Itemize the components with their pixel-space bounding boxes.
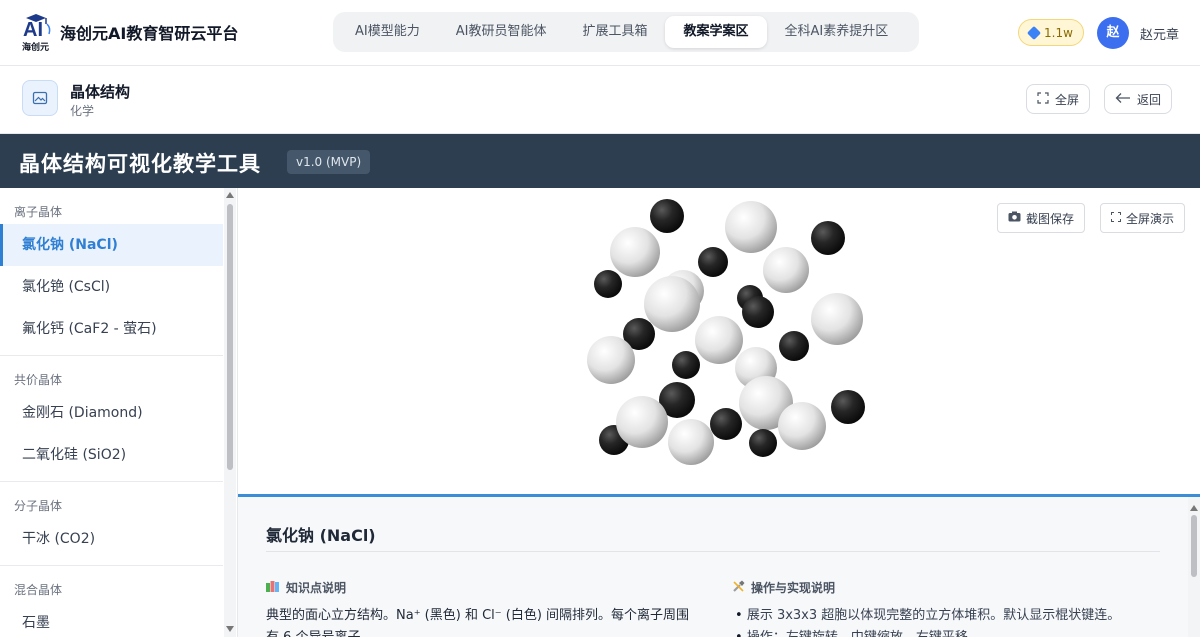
tab-extension-toolbox[interactable]: 扩展工具箱 [564,16,665,48]
tab-ai-research-agent[interactable]: AI教研员智能体 [438,16,565,48]
crystal-list-sidebar: 离子晶体 氯化钠 (NaCl) 氯化铯 (CsCl) 氟化钙 (CaF2 - 萤… [0,188,238,637]
sidebar-item-diamond[interactable]: 金刚石 (Diamond) [0,392,223,434]
top-navigation-bar: AI 海创元 海创元AI教育智研云平台 AI模型能力 AI教研员智能体 扩展工具… [0,0,1200,66]
scroll-thumb[interactable] [227,204,233,470]
na-ion-sphere [779,331,809,361]
scroll-down-icon[interactable] [226,626,234,632]
arrow-left-icon [1115,92,1131,107]
cl-ion-sphere [695,316,743,364]
brand-name: 海创元AI教育智研云平台 [60,24,239,43]
app-title: 晶体结构可视化教学工具 [19,152,261,176]
crystal-3d-viewer[interactable]: 截图保存 全屏演示 [238,188,1200,494]
cl-ion-sphere [587,336,635,384]
tab-ai-models[interactable]: AI模型能力 [337,16,438,48]
fullscreen-button[interactable]: 全屏 [1026,84,1091,114]
na-ion-sphere [594,270,622,298]
expand-icon [1111,211,1121,225]
fullscreen-present-button[interactable]: 全屏演示 [1100,203,1186,233]
version-badge: v1.0 (MVP) [287,150,371,174]
knowledge-heading: 知识点说明 [266,579,346,596]
brand-logo[interactable]: AI 海创元 [22,12,54,53]
na-ion-sphere [811,221,845,255]
sidebar-scrollbar[interactable] [224,188,236,637]
tool-header: 晶体结构 化学 全屏 返回 [0,66,1200,134]
cl-ion-sphere [763,247,809,293]
main-nav-tabs: AI模型能力 AI教研员智能体 扩展工具箱 教案学案区 全科AI素养提升区 [333,12,919,52]
info-scrollbar[interactable] [1188,497,1200,637]
group-covalent: 共价晶体 [14,373,63,387]
sidebar-item-graphite[interactable]: 石墨 [0,602,223,637]
credits-value: 1.1w [1044,25,1073,40]
fullscreen-label: 全屏 [1055,92,1080,107]
sidebar-item-nacl[interactable]: 氯化钠 (NaCl) [0,224,223,266]
cl-ion-sphere [811,293,863,345]
ops-heading: 操作与实现说明 [732,579,835,596]
tab-lesson-plans[interactable]: 教案学案区 [665,16,767,48]
info-title: 氯化钠 (NaCl) [266,526,376,545]
scroll-up-icon[interactable] [226,192,234,198]
back-label: 返回 [1137,92,1162,107]
cl-ion-sphere [778,402,826,450]
list-item: 展示 3x3x3 超胞以体现完整的立方体堆积。默认显示棍状键连。 [735,605,1165,627]
group-mixed: 混合晶体 [14,583,63,597]
screenshot-label: 截图保存 [1026,211,1075,226]
cl-ion-sphere [644,276,700,332]
na-ion-sphere [710,408,742,440]
na-ion-sphere [650,199,684,233]
knowledge-heading-text: 知识点说明 [286,581,347,595]
sidebar-item-caf2[interactable]: 氟化钙 (CaF2 - 萤石) [0,308,223,350]
ops-heading-text: 操作与实现说明 [751,581,836,595]
user-avatar[interactable]: 赵 [1097,17,1129,49]
na-ion-sphere [672,351,700,379]
tools-icon [732,580,745,596]
screenshot-save-button[interactable]: 截图保存 [997,203,1086,233]
na-ion-sphere [742,296,774,328]
group-ionic: 离子晶体 [14,205,63,219]
tool-title: 晶体结构 [70,83,131,101]
nacl-structure-render[interactable] [238,188,1200,494]
sidebar-item-sio2[interactable]: 二氧化硅 (SiO2) [0,434,223,476]
divider [266,551,1160,552]
group-molecular: 分子晶体 [14,499,63,513]
tool-category: 化学 [70,104,95,118]
user-name[interactable]: 赵元章 [1140,24,1179,43]
list-item: 操作：左键旋转，中键缩放，右键平移。 [735,627,1165,637]
knowledge-text: 典型的面心立方结构。Na⁺ (黑色) 和 Cl⁻ (白色) 间隔排列。每个离子周… [266,608,690,637]
books-icon [266,580,280,595]
camera-icon [1008,211,1021,225]
cl-ion-sphere [610,227,660,277]
cl-ion-sphere [616,396,668,448]
expand-icon [1037,91,1049,107]
na-ion-sphere [831,390,865,424]
na-ion-sphere [749,429,777,457]
back-button[interactable]: 返回 [1104,84,1173,114]
svg-text:AI: AI [23,19,43,41]
na-ion-sphere [698,247,728,277]
app-banner: 晶体结构可视化教学工具 v1.0 (MVP) [0,134,1200,188]
logo-text: 海创元 [22,43,50,53]
scroll-thumb[interactable] [1191,515,1197,577]
diamond-icon [1026,25,1042,40]
scroll-up-icon[interactable] [1190,505,1198,511]
tab-ai-literacy[interactable]: 全科AI素养提升区 [767,16,907,48]
image-icon [22,80,58,116]
ops-list: 展示 3x3x3 超胞以体现完整的立方体堆积。默认显示棍状键连。 操作：左键旋转… [735,605,1165,637]
cl-ion-sphere [668,419,714,465]
present-label: 全屏演示 [1126,211,1175,226]
sidebar-item-co2[interactable]: 干冰 (CO2) [0,518,223,560]
credits-badge[interactable]: 1.1w [1018,19,1084,46]
info-panel: 氯化钠 (NaCl) 知识点说明 典型的面心立方结构。Na⁺ (黑色) 和 Cl… [238,494,1200,637]
sidebar-item-cscl[interactable]: 氯化铯 (CsCl) [0,266,223,308]
cl-ion-sphere [725,201,777,253]
